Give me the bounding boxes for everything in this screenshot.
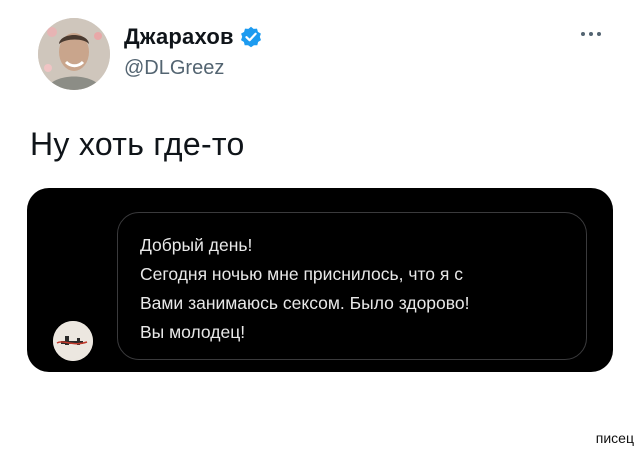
avatar-photo — [38, 18, 110, 90]
tweet-text: Ну хоть где-то — [30, 126, 245, 162]
sender-avatar-photo — [53, 321, 93, 361]
watermark: писец — [595, 430, 634, 446]
sender-avatar — [53, 321, 93, 361]
more-icon[interactable] — [580, 26, 602, 38]
message-line-2: Сегодня ночью мне приснилось, что я с — [140, 264, 463, 284]
profile-avatar[interactable] — [38, 18, 110, 90]
name-row: Джарахов — [124, 24, 262, 50]
tweet-screenshot: Джарахов @DLGreez Ну хоть где-то Добрый … — [0, 0, 640, 450]
message-line-3: Вами занимаюсь сексом. Было здорово! — [140, 293, 470, 313]
message-bubble: Добрый день! Сегодня ночью мне приснилос… — [117, 212, 587, 360]
message-text: Добрый день! Сегодня ночью мне приснилос… — [140, 231, 469, 347]
display-name[interactable]: Джарахов — [124, 24, 234, 50]
attached-message-screenshot[interactable]: Добрый день! Сегодня ночью мне приснилос… — [27, 188, 613, 372]
message-line-1: Добрый день! — [140, 235, 253, 255]
verified-badge-icon — [240, 26, 262, 48]
user-handle[interactable]: @DLGreez — [124, 57, 224, 80]
message-line-4: Вы молодец! — [140, 322, 246, 342]
